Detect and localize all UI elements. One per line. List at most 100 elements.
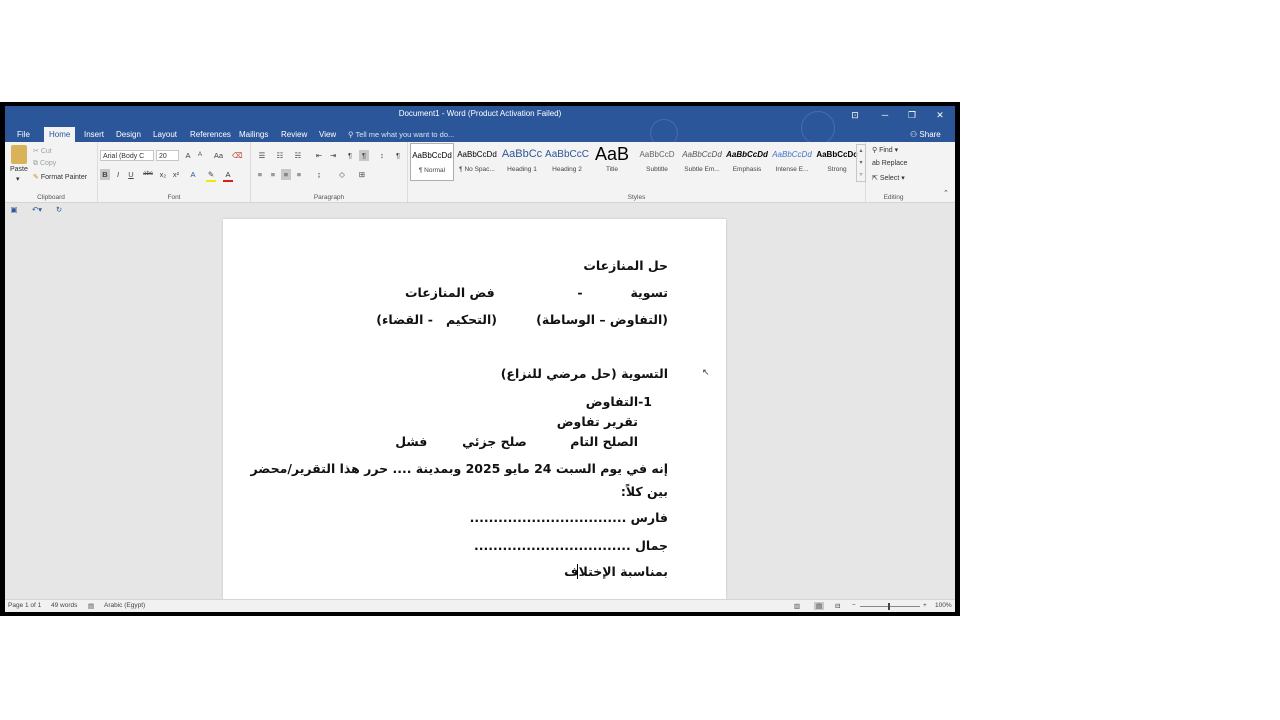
text-effects-icon[interactable]: A bbox=[188, 169, 198, 180]
highlight-icon[interactable]: ✎ bbox=[206, 169, 216, 182]
styles-group: AaBbCcDd ¶ Normal AaBbCcDd ¶ No Spac... Aa… bbox=[408, 142, 866, 202]
tab-file[interactable]: File bbox=[12, 127, 35, 142]
tab-references[interactable]: References bbox=[185, 127, 236, 142]
tab-review[interactable]: Review bbox=[276, 127, 312, 142]
borders-icon[interactable]: ⊞ bbox=[357, 169, 367, 180]
grow-font-icon[interactable]: A bbox=[183, 150, 193, 161]
doc-line: تقرير تفاوض bbox=[556, 414, 638, 429]
tell-me-search[interactable]: ⚲ Tell me what you want to do... bbox=[348, 127, 454, 142]
strikethrough-icon[interactable]: abc bbox=[141, 169, 155, 180]
ribbon-display-options-icon[interactable]: ⊡ bbox=[843, 108, 867, 123]
read-mode-icon[interactable]: ▥ bbox=[794, 602, 800, 610]
ltr-icon[interactable]: ¶ bbox=[345, 150, 355, 161]
tab-mailings[interactable]: Mailings bbox=[234, 127, 273, 142]
style-subtle-emphasis[interactable]: AaBbCcDd Subtle Em... bbox=[680, 143, 724, 181]
replace-button[interactable]: ab Replace bbox=[872, 160, 907, 167]
subscript-icon[interactable]: x₂ bbox=[158, 169, 168, 180]
share-button[interactable]: ⚇ Share bbox=[910, 127, 941, 142]
doc-line: فارس ................................. bbox=[469, 510, 668, 525]
align-right-icon[interactable]: ≡ bbox=[281, 169, 291, 180]
tab-insert[interactable]: Insert bbox=[79, 127, 109, 142]
zoom-out-icon[interactable]: − bbox=[852, 602, 856, 609]
rtl-icon[interactable]: ¶ bbox=[359, 150, 369, 161]
doc-line: حل المنازعات bbox=[583, 258, 668, 273]
editing-group: ⚲ Find ▾ ab Replace ⇱ Select ▾ Editing bbox=[866, 142, 921, 202]
zoom-level[interactable]: 100% bbox=[935, 602, 952, 609]
style-normal[interactable]: AaBbCcDd ¶ Normal bbox=[410, 143, 454, 181]
tell-me-text: Tell me what you want to do... bbox=[355, 130, 455, 139]
multilevel-list-icon[interactable]: ☵ bbox=[291, 150, 305, 161]
font-name-select[interactable]: Arial (Body C bbox=[100, 150, 154, 161]
styles-gallery-scroll[interactable]: ▴ ▾ ▿ bbox=[856, 144, 866, 182]
numbering-icon[interactable]: ☷ bbox=[273, 150, 287, 161]
paste-button[interactable]: Paste bbox=[10, 166, 28, 173]
paste-clipboard-icon[interactable] bbox=[11, 145, 27, 164]
redo-icon[interactable]: ↻ bbox=[54, 204, 64, 215]
minimize-icon[interactable]: ─ bbox=[873, 108, 897, 123]
doc-line: (التفاوض – الوساطة) (التحكيم - القضاء) bbox=[376, 312, 668, 327]
font-color-icon[interactable]: A bbox=[223, 169, 233, 182]
ribbon-tabs: File Home Insert Design Layout Reference… bbox=[5, 111, 955, 147]
style-subtitle[interactable]: AaBbCcD Subtitle bbox=[635, 143, 679, 181]
styles-group-label: Styles bbox=[627, 194, 646, 201]
style-heading-2[interactable]: AaBbCcC Heading 2 bbox=[545, 143, 589, 181]
clear-formatting-icon[interactable]: ⌫ bbox=[232, 150, 243, 161]
style-heading-1[interactable]: AaBbCc Heading 1 bbox=[500, 143, 544, 181]
restore-icon[interactable]: ❐ bbox=[900, 108, 924, 123]
style-title[interactable]: AaB Title bbox=[590, 143, 634, 181]
font-group-label: Font bbox=[167, 194, 181, 201]
proofing-icon[interactable]: ▤ bbox=[88, 602, 94, 610]
doc-line: إنه في يوم السبت 24 مايو 2025 وبمدينة ..… bbox=[250, 461, 668, 476]
style-strong[interactable]: AaBbCcDc Strong bbox=[815, 143, 859, 181]
show-marks-icon[interactable]: ¶ bbox=[393, 150, 403, 161]
align-left-icon[interactable]: ≡ bbox=[255, 169, 265, 180]
close-icon[interactable]: ✕ bbox=[928, 108, 952, 123]
decrease-indent-icon[interactable]: ⇤ bbox=[314, 150, 324, 161]
word-window-frame: Document1 - Word (Product Activation Fai… bbox=[0, 102, 960, 616]
editing-group-label: Editing bbox=[883, 194, 904, 201]
print-layout-icon[interactable]: ▤ bbox=[814, 602, 825, 610]
copy-button[interactable]: ⧉ Copy bbox=[33, 160, 56, 168]
collapse-ribbon-icon[interactable]: ⌃ bbox=[943, 189, 949, 197]
sort-icon[interactable]: ↕ bbox=[377, 150, 387, 161]
italic-icon[interactable]: I bbox=[113, 169, 123, 180]
align-center-icon[interactable]: ≡ bbox=[268, 169, 278, 180]
shrink-font-icon[interactable]: A bbox=[195, 150, 205, 161]
lightbulb-icon: ⚲ bbox=[348, 130, 354, 139]
web-layout-icon[interactable]: ⊟ bbox=[835, 602, 840, 610]
zoom-in-icon[interactable]: + bbox=[923, 602, 927, 609]
shading-icon[interactable]: ◇ bbox=[337, 169, 347, 180]
language-indicator[interactable]: Arabic (Egypt) bbox=[104, 602, 145, 609]
document-page[interactable]: حل المنازعات تسوية - فض المنازعات (التفا… bbox=[223, 219, 726, 599]
superscript-icon[interactable]: x² bbox=[171, 169, 181, 180]
undo-icon[interactable]: ↶▾ bbox=[29, 204, 45, 215]
tab-layout[interactable]: Layout bbox=[148, 127, 182, 142]
font-size-select[interactable]: 20 bbox=[156, 150, 179, 161]
cursor-icon: ⇱ bbox=[872, 175, 880, 182]
select-button[interactable]: ⇱ Select ▾ bbox=[872, 174, 905, 182]
zoom-slider-thumb[interactable] bbox=[888, 603, 890, 610]
page-count[interactable]: Page 1 of 1 bbox=[8, 602, 41, 609]
bullets-icon[interactable]: ☰ bbox=[255, 150, 269, 161]
doc-line: الصلح التام صلح جزئي فشل bbox=[395, 434, 638, 449]
tab-view[interactable]: View bbox=[314, 127, 341, 142]
word-count[interactable]: 49 words bbox=[51, 602, 77, 609]
tab-home[interactable]: Home bbox=[44, 127, 76, 142]
zoom-slider[interactable] bbox=[860, 606, 920, 607]
increase-indent-icon[interactable]: ⇥ bbox=[328, 150, 338, 161]
line-spacing-icon[interactable]: ↨ bbox=[314, 169, 324, 180]
style-emphasis[interactable]: AaBbCcDd Emphasis bbox=[725, 143, 769, 181]
find-button[interactable]: ⚲ Find ▾ bbox=[872, 146, 898, 154]
change-case-icon[interactable]: Aa bbox=[211, 150, 226, 161]
bold-icon[interactable]: B bbox=[100, 169, 110, 180]
paragraph-group-label: Paragraph bbox=[313, 194, 345, 201]
justify-icon[interactable]: ≡ bbox=[294, 169, 304, 180]
cut-button[interactable]: ✂ Cut bbox=[33, 147, 52, 155]
save-icon[interactable]: ▣ bbox=[9, 204, 19, 215]
underline-icon[interactable]: U bbox=[126, 169, 136, 180]
format-painter-button[interactable]: ✎ Format Painter bbox=[33, 173, 87, 181]
style-no-spacing[interactable]: AaBbCcDd ¶ No Spac... bbox=[455, 143, 499, 181]
style-intense-emphasis[interactable]: AaBbCcDd Intense E... bbox=[770, 143, 814, 181]
share-label: Share bbox=[919, 130, 941, 139]
tab-design[interactable]: Design bbox=[111, 127, 146, 142]
